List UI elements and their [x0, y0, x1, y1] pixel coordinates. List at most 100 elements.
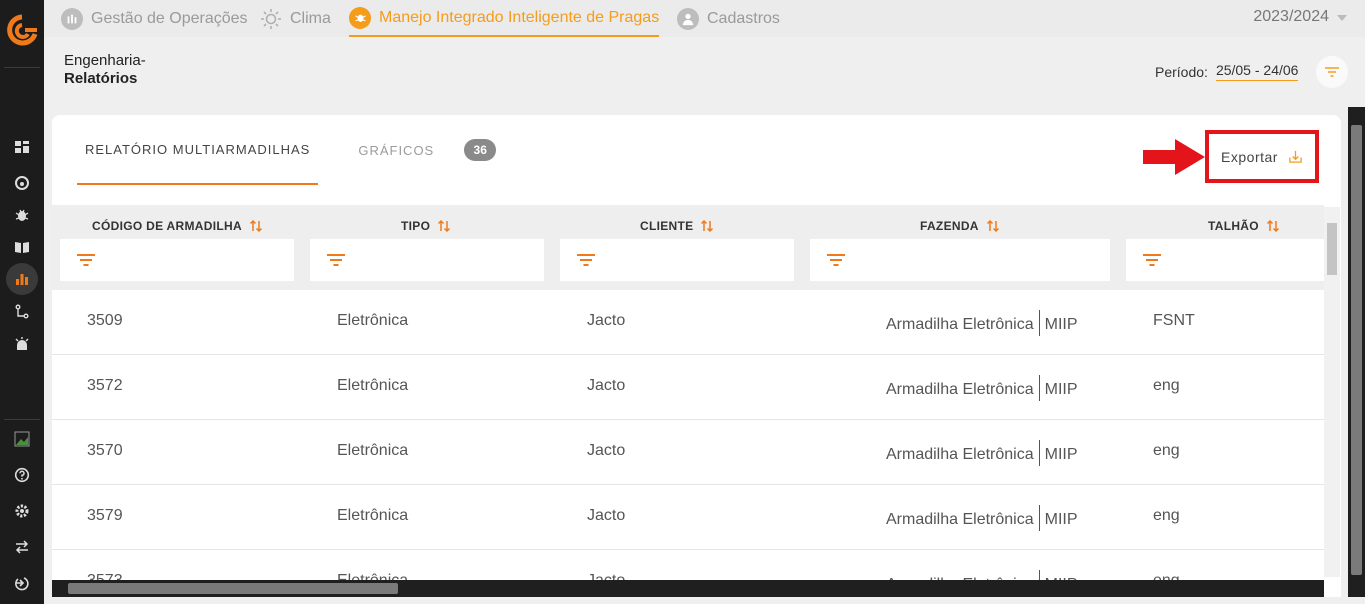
table-vertical-scrollbar[interactable]: [1324, 207, 1340, 577]
book-icon[interactable]: [11, 236, 33, 258]
avatar[interactable]: [11, 428, 33, 450]
tab-clima[interactable]: Clima: [260, 0, 331, 37]
chevron-down-icon: [1337, 8, 1347, 26]
cell-codigo: 3509: [87, 312, 123, 329]
scrollbar-thumb[interactable]: [1327, 223, 1337, 275]
scrollbar-thumb[interactable]: [68, 583, 398, 594]
column-label: CÓDIGO DE ARMADILHA: [92, 219, 242, 233]
column-header-cliente[interactable]: CLIENTE: [640, 219, 714, 233]
tab-label: Clima: [290, 9, 331, 27]
tab-label: GRÁFICOS: [358, 142, 435, 158]
logout-icon[interactable]: [11, 572, 33, 594]
breadcrumb-parent: Engenharia-: [64, 52, 146, 69]
dashboard-icon[interactable]: [11, 136, 33, 158]
filter-icon: [327, 254, 345, 266]
cell-codigo: 3570: [87, 442, 123, 459]
table-row[interactable]: 3570 Eletrônica Jacto Armadilha Eletrôni…: [52, 420, 1324, 485]
period-selector[interactable]: Período: 25/05 - 24/06: [1155, 62, 1299, 81]
cell-cliente: Jacto: [587, 507, 626, 524]
page-vertical-scrollbar[interactable]: [1348, 107, 1365, 597]
count-badge: 36: [464, 139, 497, 161]
cell-cliente: Jacto: [587, 377, 626, 394]
cell-codigo: 3579: [87, 507, 123, 524]
period-value[interactable]: 25/05 - 24/06: [1215, 62, 1299, 81]
help-icon[interactable]: [11, 464, 33, 486]
user-icon: [677, 7, 699, 30]
filter-icon: [577, 254, 595, 266]
top-navigation: Gestão de Operações Clima Manejo Integra…: [44, 0, 1365, 37]
filter-icon: [77, 254, 95, 266]
cell-fazenda: Armadilha EletrônicaMIIP: [886, 440, 1078, 468]
season-value: 2023/2024: [1253, 7, 1329, 25]
column-label: FAZENDA: [920, 219, 979, 233]
table-row[interactable]: 3579 Eletrônica Jacto Armadilha Eletrôni…: [52, 485, 1324, 550]
arrow-annotation-icon: [1143, 139, 1205, 175]
sun-icon: [260, 8, 282, 30]
export-button[interactable]: Exportar: [1205, 130, 1319, 183]
period-filter-button[interactable]: [1316, 56, 1348, 88]
sort-icon: [249, 220, 262, 232]
tab-label: Cadastros: [707, 9, 780, 27]
download-icon: [1289, 150, 1302, 163]
filter-codigo[interactable]: [60, 239, 294, 281]
cell-tipo: Eletrônica: [337, 507, 409, 524]
cell-tipo: Eletrônica: [337, 377, 409, 394]
export-label: Exportar: [1221, 148, 1278, 165]
page-title: Relatórios: [64, 70, 138, 87]
breadcrumb: Engenharia- Relatórios: [64, 52, 146, 88]
cell-talhao: eng: [1153, 442, 1180, 459]
filter-fazenda[interactable]: [810, 239, 1110, 281]
column-label: CLIENTE: [640, 219, 694, 233]
gauge-icon[interactable]: [11, 172, 33, 194]
filter-icon: [1143, 254, 1161, 266]
tab-relatorio-multiarmadilhas[interactable]: RELATÓRIO MULTIARMADILHAS: [77, 115, 319, 185]
alarm-icon[interactable]: [11, 333, 33, 355]
bug-icon[interactable]: [11, 204, 33, 226]
column-header-codigo[interactable]: CÓDIGO DE ARMADILHA: [92, 219, 262, 233]
cell-fazenda: Armadilha EletrônicaMIIP: [886, 375, 1078, 403]
table-row[interactable]: 3572 Eletrônica Jacto Armadilha Eletrôni…: [52, 355, 1324, 420]
branch-icon[interactable]: [11, 301, 33, 323]
cell-talhao: eng: [1153, 377, 1180, 394]
tab-label: Gestão de Operações: [91, 9, 248, 27]
column-header-tipo[interactable]: TIPO: [401, 219, 451, 233]
filter-icon: [827, 254, 845, 266]
period-label: Período:: [1155, 63, 1208, 80]
reports-chart-icon[interactable]: [6, 263, 38, 295]
tab-label: Manejo Integrado Inteligente de Pragas: [379, 8, 660, 26]
sort-icon: [701, 220, 714, 232]
tab-graficos[interactable]: GRÁFICOS 36: [350, 115, 504, 185]
table-header: CÓDIGO DE ARMADILHA TIPO CLIENTE FAZENDA…: [52, 205, 1324, 290]
gear-icon[interactable]: [11, 500, 33, 522]
filter-tipo[interactable]: [310, 239, 544, 281]
cell-codigo: 3572: [87, 377, 123, 394]
sort-icon: [438, 220, 451, 232]
cell-tipo: Eletrônica: [337, 312, 409, 329]
tab-label: RELATÓRIO MULTIARMADILHAS: [85, 141, 311, 157]
cell-cliente: Jacto: [587, 442, 626, 459]
column-label: TIPO: [401, 219, 431, 233]
column-header-fazenda[interactable]: FAZENDA: [920, 219, 999, 233]
filter-talhao[interactable]: [1126, 239, 1324, 281]
cell-cliente: Jacto: [587, 312, 626, 329]
filter-cliente[interactable]: [560, 239, 794, 281]
scrollbar-thumb[interactable]: [1351, 125, 1362, 575]
table-row[interactable]: 3509 Eletrônica Jacto Armadilha Eletrôni…: [52, 290, 1324, 355]
tab-gestao-operacoes[interactable]: Gestão de Operações: [61, 0, 248, 37]
cell-tipo: Eletrônica: [337, 442, 409, 459]
tab-manejo-pragas[interactable]: Manejo Integrado Inteligente de Pragas: [349, 0, 660, 37]
sidebar: [0, 0, 44, 604]
season-selector[interactable]: 2023/2024: [1253, 0, 1347, 33]
app-logo[interactable]: [6, 14, 38, 48]
column-label: TALHÃO: [1208, 219, 1259, 233]
column-header-talhao[interactable]: TALHÃO: [1208, 219, 1279, 233]
cell-talhao: FSNT: [1153, 312, 1195, 329]
table-horizontal-scrollbar[interactable]: [52, 580, 1324, 597]
sidebar-divider: [4, 67, 40, 68]
switch-icon[interactable]: [11, 536, 33, 558]
report-card: RELATÓRIO MULTIARMADILHAS GRÁFICOS 36 Ex…: [52, 115, 1341, 597]
cell-fazenda: Armadilha EletrônicaMIIP: [886, 505, 1078, 533]
tab-cadastros[interactable]: Cadastros: [677, 0, 780, 37]
cell-talhao: eng: [1153, 507, 1180, 524]
bug-icon: [349, 6, 371, 29]
